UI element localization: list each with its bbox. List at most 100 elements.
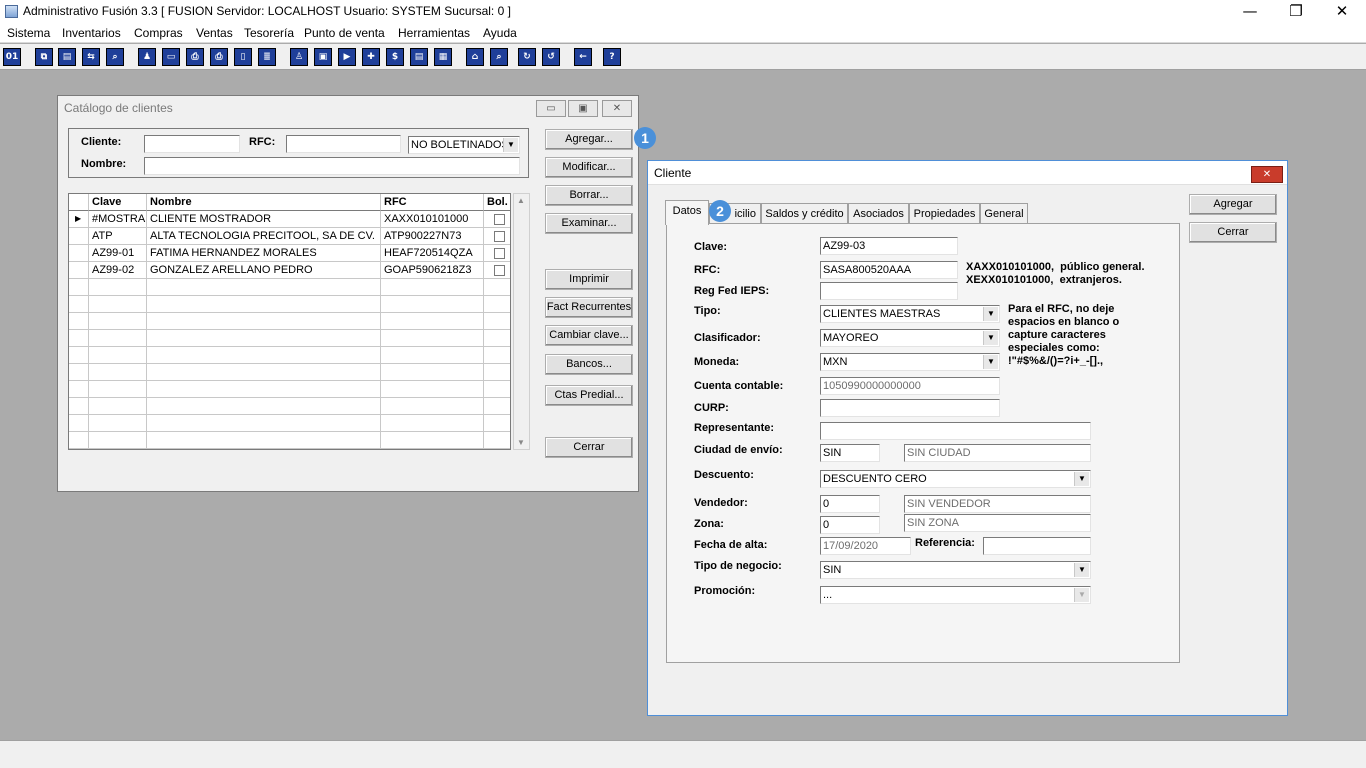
transfer-icon[interactable]: ⇆ <box>82 48 100 66</box>
tipo-negocio-select[interactable]: SIN ▼ <box>820 561 1091 579</box>
grid-scrollbar[interactable]: ▲ ▼ <box>513 193 530 450</box>
cliente-close-icon[interactable]: ✕ <box>1251 166 1283 183</box>
zona-clave-field[interactable]: 0 <box>820 516 880 534</box>
calculator-icon[interactable]: 01 <box>3 48 21 66</box>
zoom-icon[interactable]: ⌕ <box>490 48 508 66</box>
printer-icon[interactable]: ⎙ <box>210 48 228 66</box>
bol-checkbox[interactable] <box>494 231 505 242</box>
table-row[interactable]: ATP ALTA TECNOLOGIA PRECITOOL, SA DE CV. A… <box>69 228 510 245</box>
table-row[interactable]: AZ99-01 FATIMA HERNANDEZ MORALES HEAF72051… <box>69 245 510 262</box>
table-row[interactable] <box>69 296 510 313</box>
catalog-bancos-button[interactable]: Bancos... <box>545 354 633 375</box>
bol-checkbox[interactable] <box>494 248 505 259</box>
menu-punto-de-venta[interactable]: Punto de venta <box>304 26 385 40</box>
menu-ayuda[interactable]: Ayuda <box>483 26 517 40</box>
descuento-select[interactable]: DESCUENTO CERO ▼ <box>820 470 1091 488</box>
undo-icon[interactable]: ↺ <box>542 48 560 66</box>
menu-ventas[interactable]: Ventas <box>196 26 233 40</box>
tipo-select[interactable]: CLIENTES MAESTRAS ▼ <box>820 305 1000 323</box>
tab-saldos-credito[interactable]: Saldos y crédito <box>761 203 848 224</box>
catalog-examinar-button[interactable]: Examinar... <box>545 213 633 234</box>
table-row[interactable] <box>69 398 510 415</box>
table-row[interactable] <box>69 432 510 449</box>
catalog-cerrar-button[interactable]: Cerrar <box>545 437 633 458</box>
col-rfc[interactable]: RFC <box>381 194 484 211</box>
curp-field[interactable] <box>820 399 1000 417</box>
catalog-close-icon[interactable]: ✕ <box>602 100 632 117</box>
home-icon[interactable]: ⌂ <box>466 48 484 66</box>
ciudad-clave-field[interactable]: SIN <box>820 444 880 462</box>
list-icon[interactable]: ≣ <box>258 48 276 66</box>
close-button[interactable]: ✕ <box>1319 0 1365 24</box>
box-icon[interactable]: ▣ <box>314 48 332 66</box>
rfc-field[interactable]: SASA800520AAA <box>820 261 958 279</box>
menu-sistema[interactable]: Sistema <box>7 26 50 40</box>
add-icon[interactable]: ✚ <box>362 48 380 66</box>
bol-checkbox[interactable] <box>494 214 505 225</box>
tab-propiedades[interactable]: Propiedades <box>909 203 980 224</box>
col-bol[interactable]: Bol. <box>484 194 510 211</box>
money-icon[interactable]: $ <box>386 48 404 66</box>
table-row[interactable] <box>69 279 510 296</box>
scroll-up-icon[interactable]: ▲ <box>517 196 525 205</box>
table-row[interactable] <box>69 415 510 432</box>
back-icon[interactable]: ← <box>574 48 592 66</box>
scroll-down-icon[interactable]: ▼ <box>517 438 525 447</box>
table-row[interactable]: ▶ #MOSTRA CLIENTE MOSTRADOR XAXX010101000 <box>69 211 510 228</box>
col-nombre[interactable]: Nombre <box>147 194 381 211</box>
clipboard-icon[interactable]: ▤ <box>58 48 76 66</box>
cliente-search-input[interactable] <box>144 135 240 153</box>
copy-icon[interactable]: ⧉ <box>35 48 53 66</box>
people-icon[interactable]: ♙ <box>290 48 308 66</box>
search-doc-icon[interactable]: ⌕ <box>106 48 124 66</box>
moneda-select[interactable]: MXN ▼ <box>820 353 1000 371</box>
clasificador-select[interactable]: MAYOREO ▼ <box>820 329 1000 347</box>
boletinados-filter-select[interactable]: NO BOLETINADOS ▼ <box>408 136 520 154</box>
table-row[interactable] <box>69 330 510 347</box>
catalog-minimize-icon[interactable]: ▭ <box>536 100 566 117</box>
vendedor-clave-field[interactable]: 0 <box>820 495 880 513</box>
representante-field[interactable] <box>820 422 1091 440</box>
catalog-cambiar-clave-button[interactable]: Cambiar clave... <box>545 325 633 346</box>
report-icon[interactable]: ▤ <box>410 48 428 66</box>
reg-fed-ieps-field[interactable] <box>820 282 958 300</box>
catalog-ctas-predial-button[interactable]: Ctas Predial... <box>545 385 633 406</box>
clientes-grid[interactable]: Clave Nombre RFC Bol. ▶ #MOSTRA CLIENTE MO… <box>68 193 511 450</box>
help-icon[interactable]: ? <box>603 48 621 66</box>
cuenta-contable-field[interactable]: 1050990000000000 <box>820 377 1000 395</box>
print-icon[interactable]: ⎙ <box>186 48 204 66</box>
table-row[interactable] <box>69 313 510 330</box>
table-row[interactable]: AZ99-02 GONZALEZ ARELLANO PEDRO GOAP590621… <box>69 262 510 279</box>
catalog-agregar-button[interactable]: Agregar... <box>545 129 633 150</box>
catalog-borrar-button[interactable]: Borrar... <box>545 185 633 206</box>
folder-icon[interactable]: ▭ <box>162 48 180 66</box>
menu-compras[interactable]: Compras <box>134 26 183 40</box>
refresh-icon[interactable]: ↻ <box>518 48 536 66</box>
menu-herramientas[interactable]: Herramientas <box>398 26 470 40</box>
catalog-modificar-button[interactable]: Modificar... <box>545 157 633 178</box>
document-icon[interactable]: ▯ <box>234 48 252 66</box>
tab-general[interactable]: General <box>980 203 1028 224</box>
table-row[interactable] <box>69 381 510 398</box>
col-clave[interactable]: Clave <box>89 194 147 211</box>
nombre-search-input[interactable] <box>144 157 520 175</box>
clave-field[interactable]: AZ99-03 <box>820 237 958 255</box>
menu-inventarios[interactable]: Inventarios <box>62 26 121 40</box>
tab-asociados[interactable]: Asociados <box>848 203 909 224</box>
catalog-imprimir-button[interactable]: Imprimir <box>545 269 633 290</box>
cliente-agregar-button[interactable]: Agregar <box>1189 194 1277 215</box>
catalog-restore-icon[interactable]: ▣ <box>568 100 598 117</box>
promocion-select[interactable]: ... ▼ <box>820 586 1091 604</box>
truck-icon[interactable]: ▶ <box>338 48 356 66</box>
table-row[interactable] <box>69 347 510 364</box>
minimize-button[interactable]: — <box>1227 0 1273 24</box>
cliente-cerrar-button[interactable]: Cerrar <box>1189 222 1277 243</box>
referencia-field[interactable] <box>983 537 1091 555</box>
table-row[interactable] <box>69 364 510 381</box>
tab-datos[interactable]: Datos <box>665 200 709 225</box>
maximize-button[interactable]: ❐ <box>1273 0 1319 24</box>
catalog-fact-recurrentes-button[interactable]: Fact Recurrentes <box>545 297 633 318</box>
sheet-icon[interactable]: ▦ <box>434 48 452 66</box>
user-icon[interactable]: ♟ <box>138 48 156 66</box>
rfc-search-input[interactable] <box>286 135 401 153</box>
